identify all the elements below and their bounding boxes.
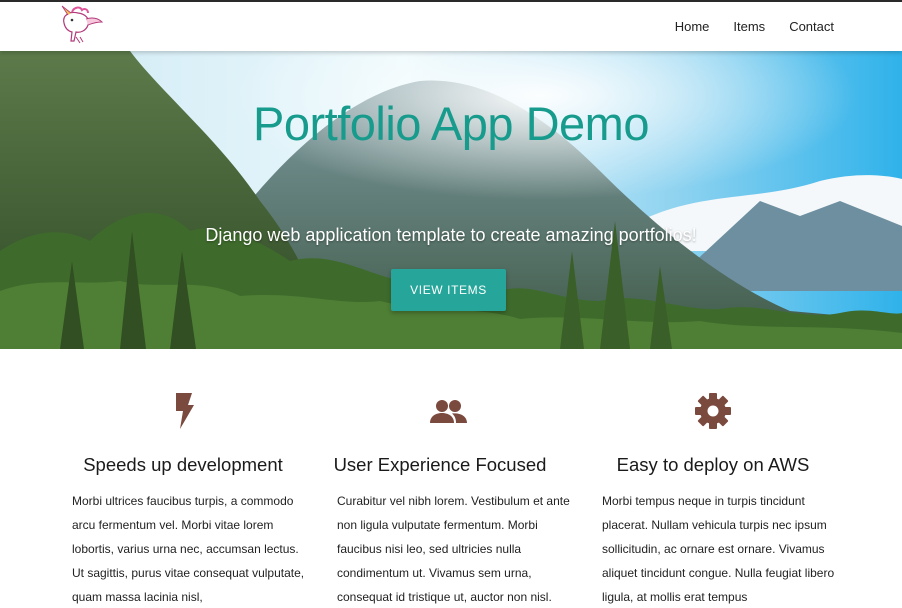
nav-link-home[interactable]: Home [675,19,710,34]
hero-subtitle: Django web application template to creat… [205,225,697,245]
feature-title: Easy to deploy on AWS [616,454,810,475]
features-section: Speeds up development Morbi ultrices fau… [0,349,902,608]
nav-link-contact[interactable]: Contact [789,19,834,34]
flash-icon [176,393,194,429]
group-icon [430,400,467,423]
nav-links: Home Items Contact [651,2,834,51]
hero-title: Portfolio App Demo [253,97,649,150]
gear-icon [695,393,731,429]
hero-banner: Portfolio App Demo Django web applicatio… [0,51,902,349]
navbar: Home Items Contact [0,2,902,51]
feature-text: Morbi tempus neque in turpis tincidunt p… [602,494,835,604]
feature-text: Morbi ultrices faucibus turpis, a commod… [72,494,305,604]
feature-title: Speeds up development [83,454,283,475]
feature-title: User Experience Focused [333,454,547,475]
nav-link-items[interactable]: Items [733,19,765,34]
unicorn-logo-icon[interactable] [50,3,104,47]
feature-text: Curabitur vel nibh lorem. Vestibulum et … [337,494,570,604]
view-items-button[interactable]: VIEW ITEMS [391,269,506,311]
